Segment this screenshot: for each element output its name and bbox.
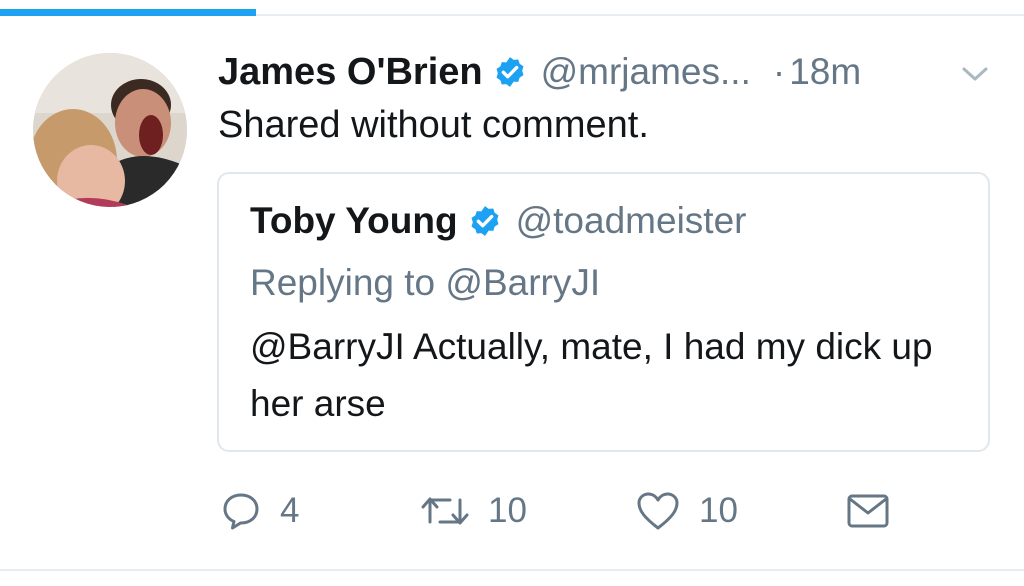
quoted-tweet-text: @BarryJI Actually, mate, I had my dick u…	[250, 326, 933, 424]
tweet-action-bar: 4 10 10	[0, 486, 1024, 536]
user-avatar-image	[33, 53, 187, 207]
load-progress-bar	[0, 9, 256, 16]
retweet-icon	[421, 497, 469, 525]
replying-to-label: Replying to @BarryJI	[250, 262, 601, 303]
verified-badge-icon	[468, 204, 502, 238]
like-count: 10	[699, 491, 738, 530]
quoted-tweet-header: Toby Young @toadmeister	[250, 196, 746, 246]
tweet-header: James O'Brien @mrjames... · 18m	[218, 46, 861, 98]
reply-button[interactable]: 4	[220, 486, 299, 536]
like-button[interactable]: 10	[635, 486, 738, 536]
retweet-button[interactable]: 10	[420, 486, 527, 536]
quoted-tweet-card[interactable]: Toby Young @toadmeister Replying to @Bar…	[217, 172, 990, 452]
tweet-timestamp[interactable]: 18m	[789, 51, 861, 93]
quoted-author-handle: @toadmeister	[515, 200, 747, 241]
quoted-author-name: Toby Young	[250, 200, 458, 241]
envelope-icon	[847, 494, 889, 528]
author-name[interactable]: James O'Brien	[218, 51, 483, 94]
bottom-divider	[0, 569, 1024, 571]
reply-icon	[223, 493, 259, 530]
separator-dot: ·	[772, 51, 786, 92]
retweet-count: 10	[488, 491, 527, 530]
heart-icon	[637, 492, 679, 530]
direct-message-button[interactable]	[846, 486, 890, 536]
tweet-text: Shared without comment.	[218, 104, 649, 146]
reply-count: 4	[280, 491, 300, 530]
chevron-down-icon[interactable]	[960, 64, 990, 84]
author-handle[interactable]: @mrjames...	[541, 51, 751, 93]
avatar[interactable]	[33, 53, 187, 207]
verified-badge-icon	[493, 55, 527, 89]
tweet-screen: James O'Brien @mrjames... · 18m Shared w…	[0, 0, 1024, 586]
